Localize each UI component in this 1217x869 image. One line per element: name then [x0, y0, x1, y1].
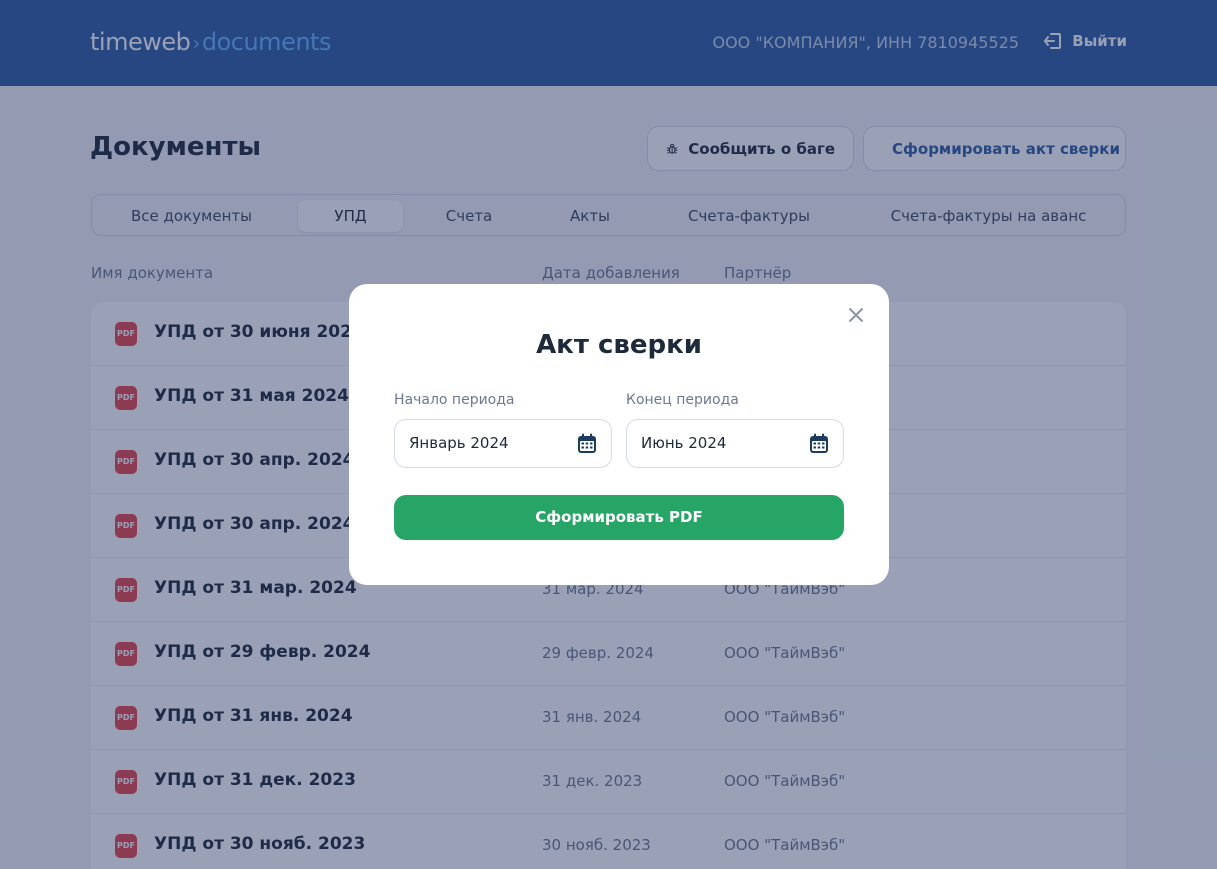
period-end-label: Конец периода [626, 392, 739, 408]
calendar-icon[interactable] [809, 433, 829, 454]
generate-pdf-button[interactable]: Сформировать PDF [394, 495, 844, 540]
period-end-value: Июнь 2024 [641, 434, 727, 452]
period-start-field[interactable]: Январь 2024 [394, 419, 612, 468]
calendar-icon[interactable] [577, 433, 597, 454]
close-icon[interactable] [845, 304, 867, 326]
reconciliation-modal: Акт сверки Начало периода Январь 2024 Ко… [349, 284, 889, 585]
modal-title: Акт сверки [536, 330, 702, 360]
period-end-field[interactable]: Июнь 2024 [626, 419, 844, 468]
period-start-value: Январь 2024 [409, 434, 509, 452]
period-start-label: Начало периода [394, 392, 515, 408]
